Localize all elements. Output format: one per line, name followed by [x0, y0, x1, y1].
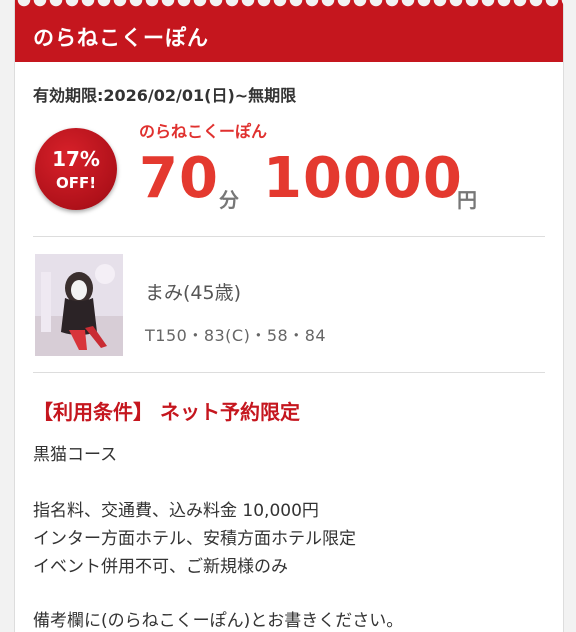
divider [33, 236, 545, 237]
staff-photo[interactable] [35, 254, 123, 356]
scalloped-edge [0, 0, 576, 12]
duration-unit: 分 [219, 188, 239, 212]
condition-line: 指名料、交通費、込み料金 10,000円 [33, 501, 319, 521]
remarks-instruction: 備考欄に(のらねこくーぽん)とお書きください。 [33, 611, 404, 631]
course-name: 黒猫コース [33, 445, 118, 465]
coupon-header-title: のらねこくーぽん [33, 26, 209, 50]
coupon-name: のらねこくーぽん [139, 122, 268, 141]
discount-percent: 17% [52, 147, 100, 171]
price-unit: 円 [457, 188, 477, 212]
validity-period: 有効期限:2026/02/01(日)~無期限 [33, 86, 297, 105]
course-duration: 70 [139, 146, 219, 211]
coupon-price: 10000 [263, 146, 463, 211]
divider [33, 372, 545, 373]
conditions-heading: 【利用条件】 ネット予約限定 [33, 400, 300, 424]
staff-name[interactable]: まみ(45歳) [145, 278, 241, 305]
coupon-card: のらねこくーぽん 有効期限:2026/02/01(日)~無期限 17% OFF!… [14, 0, 564, 632]
condition-line: インター方面ホテル、安積方面ホテル限定 [33, 529, 356, 549]
staff-measurements: T150・83(C)・58・84 [145, 326, 327, 345]
condition-line: イベント併用不可、ご新規様のみ [33, 557, 288, 577]
discount-off-label: OFF! [55, 174, 97, 192]
discount-badge: 17% OFF! [35, 128, 117, 210]
staff-photo-image [35, 254, 123, 356]
